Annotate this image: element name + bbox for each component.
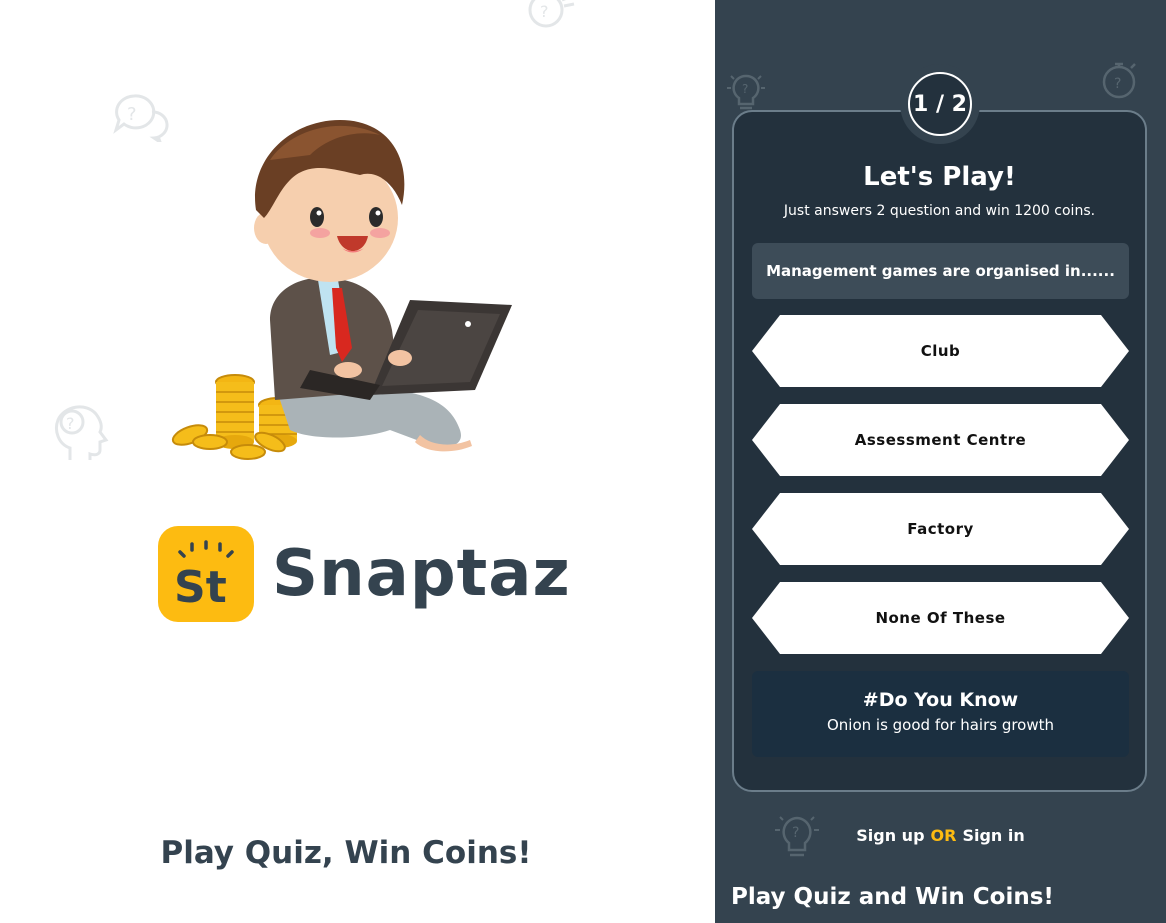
brand-logo: St Snaptaz [158,526,571,622]
answer-option-club[interactable]: Club [752,315,1129,387]
right-tagline: Play Quiz and Win Coins! [731,884,1054,910]
signup-link[interactable]: Sign up [856,826,924,845]
left-panel: ? ? ? St Snaptaz Play Quiz, Win Coins! [0,0,715,923]
svg-text:?: ? [66,414,75,433]
svg-text:?: ? [742,82,748,96]
lightbulb-question-icon: ? [727,74,765,110]
answer-option-none-of-these[interactable]: None Of These [752,582,1129,654]
or-separator: OR [930,826,957,845]
quiz-subtitle: Just answers 2 question and win 1200 coi… [783,203,1096,219]
head-question-icon: ? [55,405,109,460]
svg-text:?: ? [127,104,137,125]
stopwatch-question-icon: ? [528,0,575,28]
left-tagline: Play Quiz, Win Coins! [160,835,532,871]
right-panel: ? ? ? Let's Play! Just answers 2 questio… [715,0,1166,923]
boy-with-laptop-illustration [171,120,512,460]
svg-text:?: ? [1114,76,1121,92]
auth-links: Sign up OR Sign in [715,826,1166,845]
answer-option-factory[interactable]: Factory [752,493,1129,565]
snaptaz-logo-icon: St [174,540,234,613]
answer-option-assessment-centre[interactable]: Assessment Centre [752,404,1129,476]
signin-link[interactable]: Sign in [962,826,1024,845]
quiz-question: Management games are organised in...... [752,243,1129,299]
did-you-know-title: #Do You Know [862,689,1019,711]
svg-text:?: ? [540,2,549,21]
did-you-know-text: Onion is good for hairs growth [826,716,1055,734]
did-you-know-box: #Do You Know Onion is good for hairs gro… [752,671,1129,757]
brand-name: Snaptaz [272,537,571,611]
stopwatch-question-icon: ? [1102,62,1136,99]
svg-text:St: St [174,562,227,613]
brand-badge: St [158,526,254,622]
quiz-title: Let's Play! [863,162,1016,192]
quiz-card: Let's Play! Just answers 2 question and … [732,110,1147,792]
step-indicator: 1 / 2 [908,72,972,136]
